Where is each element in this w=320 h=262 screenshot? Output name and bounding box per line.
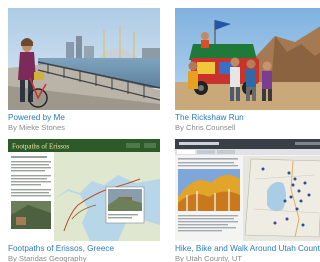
card-author: By Utah County, UT <box>175 254 242 262</box>
card-title-link[interactable]: Hike, Bike and Walk Around Utah County <box>175 244 320 254</box>
thumbnail-image: Footpaths of Erissos <box>8 139 160 241</box>
gallery-thumbnail[interactable] <box>175 139 320 241</box>
card-title-link[interactable]: Powered by Me <box>8 113 160 123</box>
gallery-thumbnail[interactable]: Footpaths of Erissos <box>8 139 160 241</box>
gallery-thumbnail[interactable] <box>8 8 160 110</box>
gallery-card-utah-county[interactable]: Hike, Bike and Walk Around Utah County B… <box>175 139 320 262</box>
thumbnail-image <box>175 8 320 110</box>
story-map-header-title: Footpaths of Erissos <box>12 143 69 151</box>
card-author: By Mieke Stones <box>8 123 65 132</box>
card-author: By Chris Counsell <box>175 123 236 132</box>
gallery-card-rickshaw-run[interactable]: The Rickshaw Run By Chris Counsell <box>175 8 320 133</box>
gallery-card-powered-by-me[interactable]: Powered by Me By Mieke Stones <box>8 8 160 133</box>
thumbnail-image <box>8 8 160 110</box>
story-gallery: Powered by Me By Mieke Stones The Ricksh… <box>0 0 320 262</box>
card-title-link[interactable]: Footpaths of Erissos, Greece <box>8 244 160 254</box>
card-author: By Staridas Geography <box>8 254 87 262</box>
gallery-card-footpaths-erissos[interactable]: Footpaths of Erissos Footpaths of Erisso… <box>8 139 160 262</box>
card-title-link[interactable]: The Rickshaw Run <box>175 113 320 123</box>
thumbnail-image <box>175 139 320 241</box>
gallery-thumbnail[interactable] <box>175 8 320 110</box>
